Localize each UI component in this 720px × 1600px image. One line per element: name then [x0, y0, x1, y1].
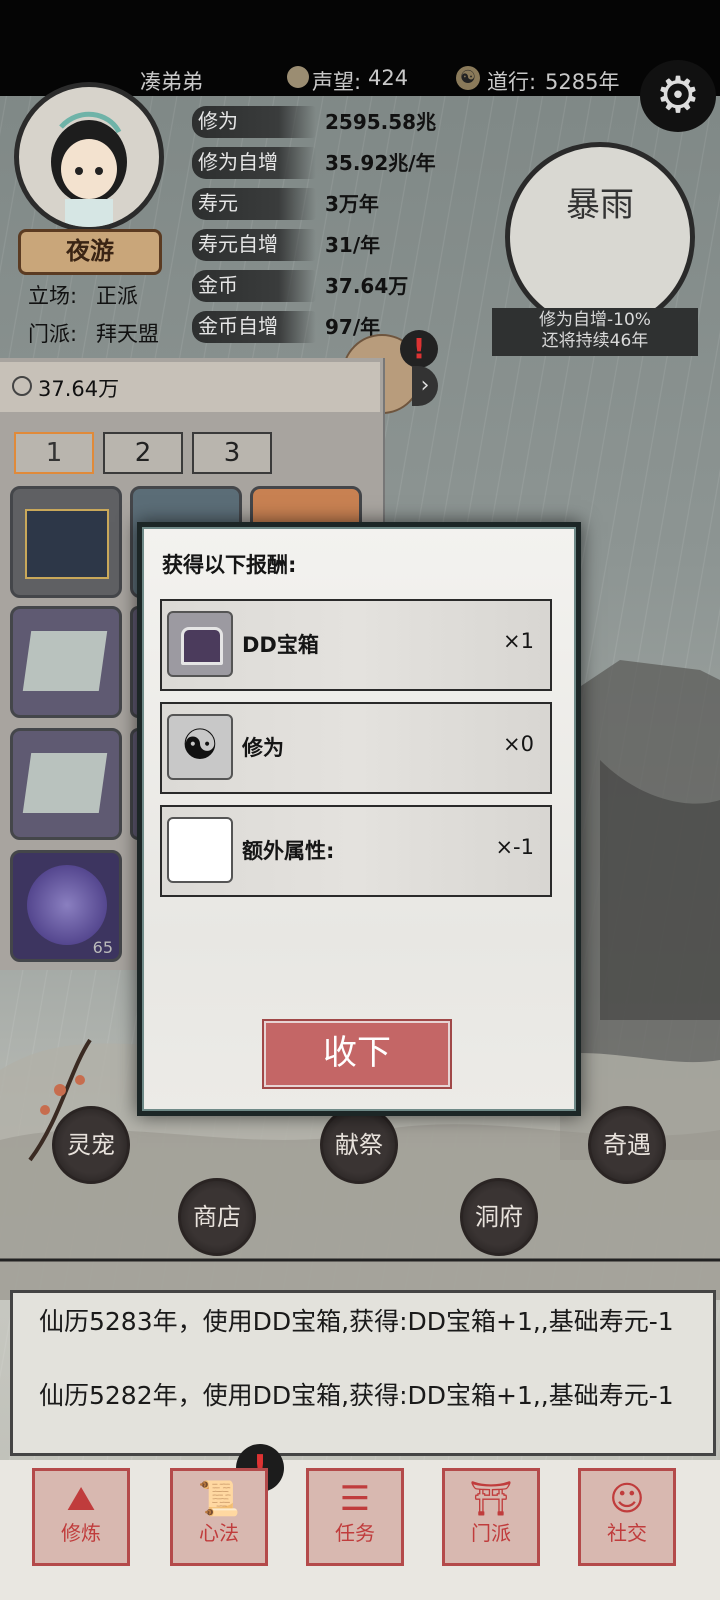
inventory-slot[interactable]	[10, 606, 122, 718]
nav-quest[interactable]: ☰ 任务	[306, 1468, 404, 1566]
cave-button[interactable]: 洞府	[460, 1178, 538, 1256]
stat-label: 修为自增	[192, 147, 316, 179]
reward-name: DD宝箱	[242, 633, 319, 657]
nav-label: 任务	[335, 1521, 375, 1545]
stat-value: 37.64万	[325, 274, 409, 298]
settings-gear-icon[interactable]: ⚙	[640, 60, 716, 132]
sacrifice-button[interactable]: 献祭	[320, 1106, 398, 1184]
coin-icon	[12, 376, 32, 396]
dialog-title: 获得以下报酬:	[162, 553, 297, 577]
stat-label: 寿元	[192, 188, 316, 220]
event-log[interactable]: 仙历5283年，使用DD宝箱,获得:DD宝箱+1,,基础寿元-1 仙历5282年…	[10, 1290, 716, 1456]
stat-label: 金币	[192, 270, 316, 302]
log-line: 仙历5283年，使用DD宝箱,获得:DD宝箱+1,,基础寿元-1	[39, 1307, 674, 1336]
weather-effect: 修为自增-10%	[539, 310, 651, 330]
reward-name: 额外属性:	[242, 839, 335, 863]
nav-label: 门派	[471, 1521, 511, 1545]
mountain-icon: ⛰	[66, 1479, 96, 1519]
stat-value: 31/年	[325, 233, 381, 257]
reputation-value: 424	[368, 66, 409, 90]
reward-qty: ×0	[503, 732, 534, 756]
stat-label: 修为	[192, 106, 316, 138]
shop-button[interactable]: 商店	[178, 1178, 256, 1256]
slot-count-badge: 65	[92, 938, 113, 957]
sect-label: 门派:	[28, 322, 78, 346]
reputation-label: 声望:	[312, 70, 362, 94]
accept-button[interactable]: 收下	[264, 1021, 450, 1087]
blank-icon	[167, 817, 233, 883]
stance-value: 正派	[96, 284, 138, 308]
inventory-tab-3[interactable]: 3	[192, 432, 272, 474]
treasure-chest-icon	[167, 611, 233, 677]
player-name: 凑弟弟	[140, 70, 203, 94]
vortex-icon	[27, 865, 107, 945]
reward-qty: ×-1	[495, 835, 534, 859]
nav-technique[interactable]: 📜 心法	[170, 1468, 268, 1566]
scroll-nav-icon: 📜	[197, 1479, 241, 1519]
inventory-slot[interactable]: 65	[10, 850, 122, 962]
reputation-icon	[287, 66, 309, 88]
stat-value: 35.92兆/年	[325, 151, 436, 175]
nav-label: 心法	[199, 1521, 239, 1545]
reward-item: DD宝箱 ×1	[160, 599, 552, 691]
log-line: 仙历5282年，使用DD宝箱,获得:DD宝箱+1,,基础寿元-1	[39, 1381, 674, 1410]
scroll-icon	[22, 753, 108, 813]
encounter-button[interactable]: 奇遇	[588, 1106, 666, 1184]
reward-dialog: 获得以下报酬: DD宝箱 ×1 ☯ 修为 ×0 额外属性: ×-1 收下	[137, 522, 581, 1116]
avatar[interactable]	[14, 82, 164, 232]
nav-label: 修炼	[61, 1521, 101, 1545]
weather-name: 暴雨	[566, 185, 634, 225]
inventory-slot[interactable]	[10, 486, 122, 598]
sect-value: 拜天盟	[96, 322, 159, 346]
inventory-tab-2[interactable]: 2	[103, 432, 183, 474]
temple-icon: ⛩	[469, 1479, 513, 1519]
book-icon	[25, 509, 109, 579]
coins-value: 37.64万	[38, 377, 120, 401]
weather-effect-box: 修为自增-10% 还将持续46年	[492, 308, 698, 356]
nav-cultivate[interactable]: ⛰ 修炼	[32, 1468, 130, 1566]
spirit-pet-button[interactable]: 灵宠	[52, 1106, 130, 1184]
nav-social[interactable]: ☺ 社交	[578, 1468, 676, 1566]
yin-yang-icon: ☯	[167, 714, 233, 780]
daoxing-value: 5285年	[545, 70, 620, 94]
daoxing-icon: ☯	[456, 66, 480, 90]
coins-bar: 37.64万	[0, 362, 380, 412]
scroll-icon	[22, 631, 108, 691]
stat-label: 金币自增	[192, 311, 316, 343]
title-badge: 夜游	[18, 229, 162, 275]
nav-label: 社交	[607, 1521, 647, 1545]
inventory-tab-1[interactable]: 1	[14, 432, 94, 474]
weather-badge[interactable]: 暴雨	[505, 142, 695, 332]
reward-name: 修为	[242, 736, 284, 760]
people-icon: ☺	[609, 1479, 645, 1519]
alert-badge-icon: !	[400, 330, 438, 368]
inventory-slot[interactable]	[10, 728, 122, 840]
reward-item: ☯ 修为 ×0	[160, 702, 552, 794]
stance-label: 立场:	[28, 284, 78, 308]
weather-duration: 还将持续46年	[541, 331, 649, 351]
quest-scroll-icon: ☰	[339, 1479, 371, 1519]
stat-value: 3万年	[325, 192, 379, 216]
reward-qty: ×1	[503, 629, 534, 653]
character-portrait-icon	[51, 111, 127, 227]
reward-item: 额外属性: ×-1	[160, 805, 552, 897]
stat-value: 2595.58兆	[325, 110, 437, 134]
stat-label: 寿元自增	[192, 229, 316, 261]
daoxing-label: 道行:	[487, 70, 537, 94]
nav-sect[interactable]: ⛩ 门派	[442, 1468, 540, 1566]
